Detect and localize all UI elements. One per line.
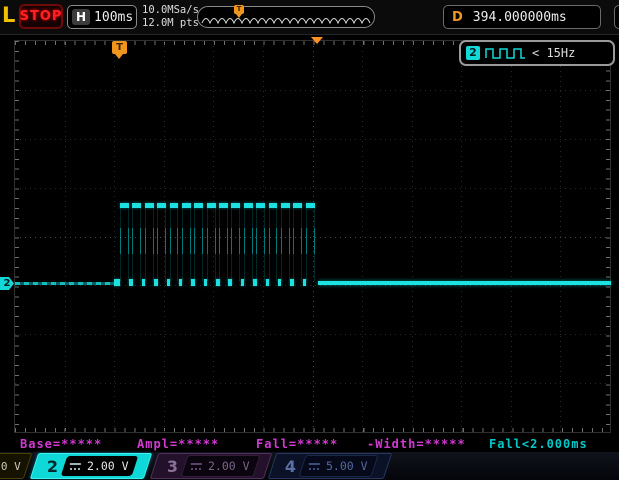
trigger-info-panel[interactable]: 2 < 15Hz [459, 40, 615, 66]
measurement-base[interactable]: Base=***** [20, 437, 102, 451]
channel2-block[interactable]: 2 2.00 V [29, 453, 153, 479]
trigger-readout-clipped [614, 5, 619, 29]
measurement-ampl[interactable]: Ampl=***** [137, 437, 219, 451]
gridline-horizontal [15, 139, 610, 140]
memory-waveform-bar[interactable]: T [197, 5, 375, 28]
channel4-block[interactable]: 4 5.00 V [267, 453, 393, 479]
gridline-horizontal [15, 90, 610, 91]
ch2-ground-marker[interactable]: 2 [0, 277, 14, 290]
channel2-number: 2 [47, 456, 59, 476]
channel4-scale: 5.00 V [326, 459, 368, 473]
gridline-horizontal [15, 383, 610, 384]
acquisition-info: 10.0MSa/s 12.0M pts [142, 4, 199, 30]
measurement-nwidth[interactable]: -Width=***** [367, 437, 466, 451]
measurement-fall-value[interactable]: Fall<2.000ms [489, 437, 588, 451]
dc-coupling-icon [309, 463, 320, 470]
gridline-horizontal [15, 237, 610, 238]
run-stop-status[interactable]: STOP [19, 4, 63, 29]
channel3-scale-pill: 2.00 V [180, 455, 261, 477]
graticule [14, 40, 611, 433]
measurement-fall[interactable]: Fall=***** [256, 437, 338, 451]
memory-waveform-icon [201, 18, 371, 25]
brand-logo-fragment: L [2, 3, 16, 27]
oscilloscope-screen: L STOP H 100ms 10.0MSa/s 12.0M pts T D 3… [0, 0, 619, 480]
channel1-scale-fragment: 0 V [0, 459, 21, 473]
delay-label: D [452, 9, 463, 25]
timebase-value: 100ms [94, 9, 134, 25]
pulse-train-icon [485, 47, 525, 59]
memory-trigger-pin-icon[interactable]: T [234, 5, 244, 18]
trigger-source-badge: 2 [466, 46, 480, 60]
memory-depth: 12.0M pts [142, 17, 199, 29]
channel3-number: 3 [167, 456, 179, 476]
screen-center-marker-icon [311, 37, 323, 44]
channel-status-bar: 0 V 2 2.00 V 3 2.00 V 4 5.00 V [0, 452, 619, 480]
channel3-block[interactable]: 3 2.00 V [149, 453, 273, 479]
trigger-frequency: < 15Hz [532, 46, 576, 60]
top-status-bar: L STOP H 100ms 10.0MSa/s 12.0M pts T D 3… [0, 0, 619, 35]
horizontal-timebase-control[interactable]: H 100ms [67, 5, 137, 29]
gridline-horizontal [15, 188, 610, 189]
channel1-block-clipped[interactable]: 0 V [0, 453, 33, 479]
channel4-number: 4 [285, 456, 297, 476]
channel2-scale: 2.00 V [87, 459, 129, 473]
channel4-scale-pill: 5.00 V [298, 455, 379, 477]
dc-coupling-icon [70, 463, 81, 470]
gridline-horizontal [15, 334, 610, 335]
channel3-scale: 2.00 V [208, 459, 250, 473]
channel2-scale-pill: 2.00 V [60, 456, 138, 476]
sample-rate: 10.0MSa/s [142, 4, 199, 16]
trigger-position-flag-icon[interactable]: T [112, 41, 127, 59]
delay-value: 394.000000ms [472, 9, 567, 25]
dc-coupling-icon [191, 463, 202, 470]
delay-readout[interactable]: D 394.000000ms [443, 5, 601, 29]
gridline-horizontal [15, 285, 610, 286]
horizontal-label: H [72, 9, 91, 25]
